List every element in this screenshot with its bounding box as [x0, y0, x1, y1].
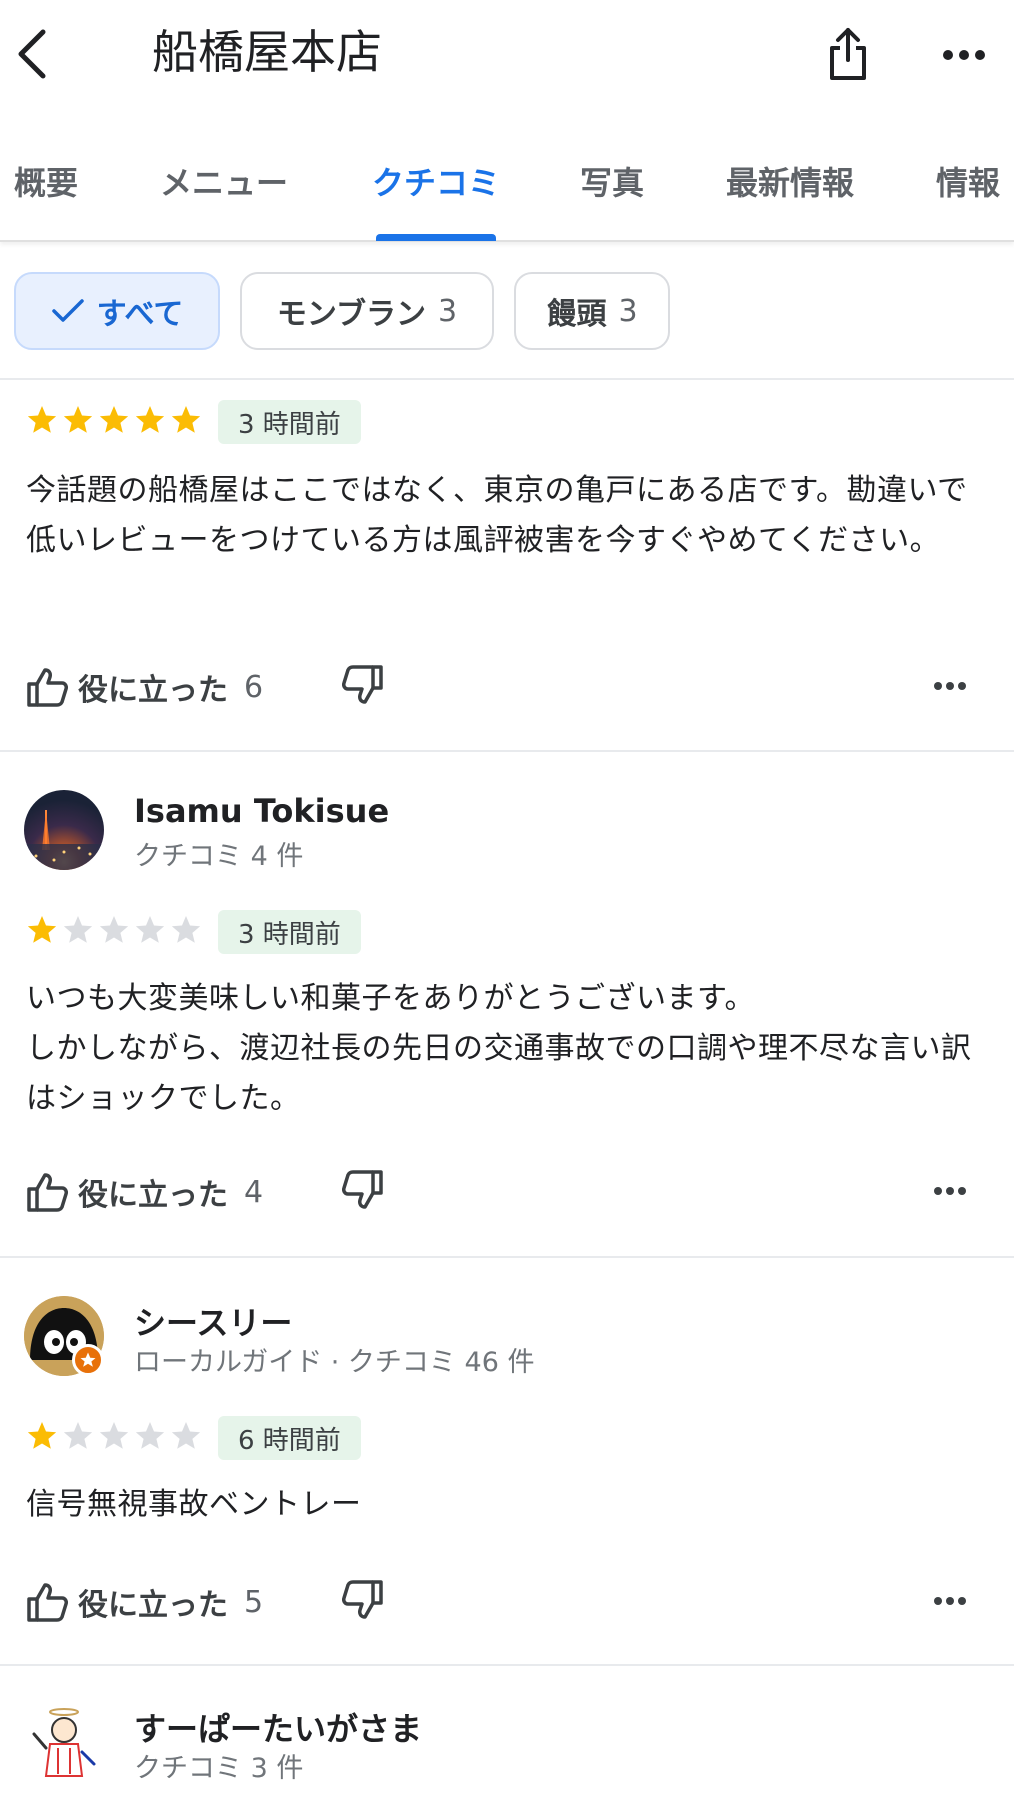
more-options-button[interactable]: [936, 30, 992, 80]
thumb-up-icon: [27, 1583, 68, 1622]
star-icon: [135, 406, 165, 433]
review-more-button[interactable]: [934, 675, 966, 694]
time-badge: 3 時間前: [218, 910, 361, 954]
thumb-down-icon: [342, 1580, 383, 1619]
star-icon: [135, 916, 165, 943]
tab-reviews[interactable]: クチコミ: [372, 158, 500, 204]
time-badge: 3 時間前: [218, 400, 361, 444]
star-icon: [135, 1422, 165, 1449]
star-icon: [171, 406, 201, 433]
filter-chips: すべて モンブラン 3 饅頭 3: [0, 272, 1014, 352]
tab-bar: 概要 メニュー クチコミ 写真 最新情報 情報: [0, 130, 1014, 242]
star-rating: [26, 404, 202, 436]
helpful-count: 5: [244, 1584, 264, 1620]
review-more-button[interactable]: [934, 1180, 966, 1199]
helpful-label: 役に立った: [78, 1588, 228, 1623]
star-icon: [27, 1422, 57, 1449]
chevron-left-icon: [18, 29, 46, 79]
not-helpful-button[interactable]: [342, 1170, 384, 1214]
avatar[interactable]: [24, 1702, 104, 1782]
more-horizontal-icon: [934, 1187, 966, 1195]
star-icon: [27, 916, 57, 943]
star-icon: [99, 916, 129, 943]
star-icon: [99, 406, 129, 433]
helpful-button[interactable]: 役に立った 5: [26, 1580, 263, 1624]
helpful-label: 役に立った: [78, 673, 228, 708]
chip-label: すべて: [96, 297, 184, 332]
local-guide-badge: [72, 1344, 104, 1376]
tab-updates[interactable]: 最新情報: [726, 158, 854, 204]
review-more-button[interactable]: [934, 1590, 966, 1609]
not-helpful-button[interactable]: [342, 1580, 384, 1624]
chip-count: 3: [618, 293, 638, 329]
reviewer-name[interactable]: Isamu Tokisue: [134, 792, 389, 830]
more-horizontal-icon: [934, 682, 966, 690]
review-item: すーぱーたいがさま クチコミ 3 件: [0, 1666, 1014, 1811]
helpful-count: 6: [244, 669, 264, 705]
reviewer-name[interactable]: すーぱーたいがさま: [134, 1704, 422, 1750]
more-horizontal-icon: [943, 50, 985, 60]
reviewer-meta: ローカルガイド · クチコミ 46 件: [134, 1347, 535, 1378]
time-badge: 6 時間前: [218, 1416, 361, 1460]
helpful-button[interactable]: 役に立った 6: [26, 665, 263, 709]
helpful-label: 役に立った: [78, 1178, 228, 1213]
thumb-down-icon: [342, 1170, 383, 1209]
star-icon: [80, 1352, 96, 1367]
share-button[interactable]: [820, 22, 876, 86]
active-tab-indicator: [376, 234, 496, 241]
review-actions: 役に立った 4: [26, 1170, 986, 1220]
review-item: Isamu Tokisue クチコミ 4 件 3 時間前 いつも大変美味しい和菓…: [0, 752, 1014, 1256]
star-icon: [63, 916, 93, 943]
more-horizontal-icon: [934, 1597, 966, 1605]
review-item: 3 時間前 今話題の船橋屋はここではなく、東京の亀戸にある店です。勘違いで低いレ…: [0, 380, 1014, 750]
avatar-image: [32, 1708, 96, 1777]
not-helpful-button[interactable]: [342, 665, 384, 709]
star-icon: [63, 1422, 93, 1449]
star-rating: [26, 914, 202, 946]
star-icon: [171, 1422, 201, 1449]
review-text: いつも大変美味しい和菓子をありがとうございます。 しかしながら、渡辺社長の先日の…: [26, 974, 986, 1124]
tab-menu[interactable]: メニュー: [160, 158, 288, 204]
review-text: 信号無視事故ベントレー: [26, 1487, 362, 1522]
star-icon: [171, 916, 201, 943]
share-icon: [830, 28, 866, 80]
chip-label: モンブラン: [276, 297, 426, 332]
helpful-count: 4: [244, 1174, 264, 1210]
page-title: 船橋屋本店: [152, 25, 382, 79]
thumb-up-icon: [27, 668, 68, 707]
review-text-line: しかしながら、渡辺社長の先日の交通事故での口調や理不尽な言い訳はショックでした。: [26, 1031, 972, 1116]
review-actions: 役に立った 5: [26, 1580, 986, 1630]
tab-overview[interactable]: 概要: [14, 158, 78, 204]
review-text: 今話題の船橋屋はここではなく、東京の亀戸にある店です。勘違いで低いレビューをつけ…: [26, 473, 968, 558]
star-icon: [63, 406, 93, 433]
review-text-line: いつも大変美味しい和菓子をありがとうございます。: [26, 981, 755, 1016]
back-button[interactable]: [10, 24, 54, 84]
chip-manju[interactable]: 饅頭 3: [514, 272, 670, 350]
reviewer-meta: クチコミ 3 件: [134, 1753, 304, 1784]
app-header: 船橋屋本店: [0, 0, 1014, 120]
chip-count: 3: [438, 293, 458, 329]
tab-info[interactable]: 情報: [936, 158, 1000, 204]
avatar[interactable]: [24, 790, 104, 870]
star-icon: [27, 406, 57, 433]
thumb-down-icon: [342, 665, 383, 704]
check-icon: [51, 299, 84, 322]
thumb-up-icon: [27, 1173, 68, 1212]
reviewer-meta: クチコミ 4 件: [134, 841, 304, 872]
star-rating: [26, 1420, 202, 1452]
review-item: シースリー ローカルガイド · クチコミ 46 件 6 時間前 信号無視事故ベン…: [0, 1258, 1014, 1664]
chip-label: 饅頭: [546, 297, 607, 332]
reviewer-name[interactable]: シースリー: [134, 1298, 292, 1344]
review-actions: 役に立った 6: [26, 665, 986, 715]
avatar-image: [24, 810, 104, 870]
chip-mont-blanc[interactable]: モンブラン 3: [240, 272, 494, 350]
tab-photos[interactable]: 写真: [580, 158, 644, 204]
chip-all[interactable]: すべて: [14, 272, 220, 350]
helpful-button[interactable]: 役に立った 4: [26, 1170, 263, 1214]
star-icon: [99, 1422, 129, 1449]
